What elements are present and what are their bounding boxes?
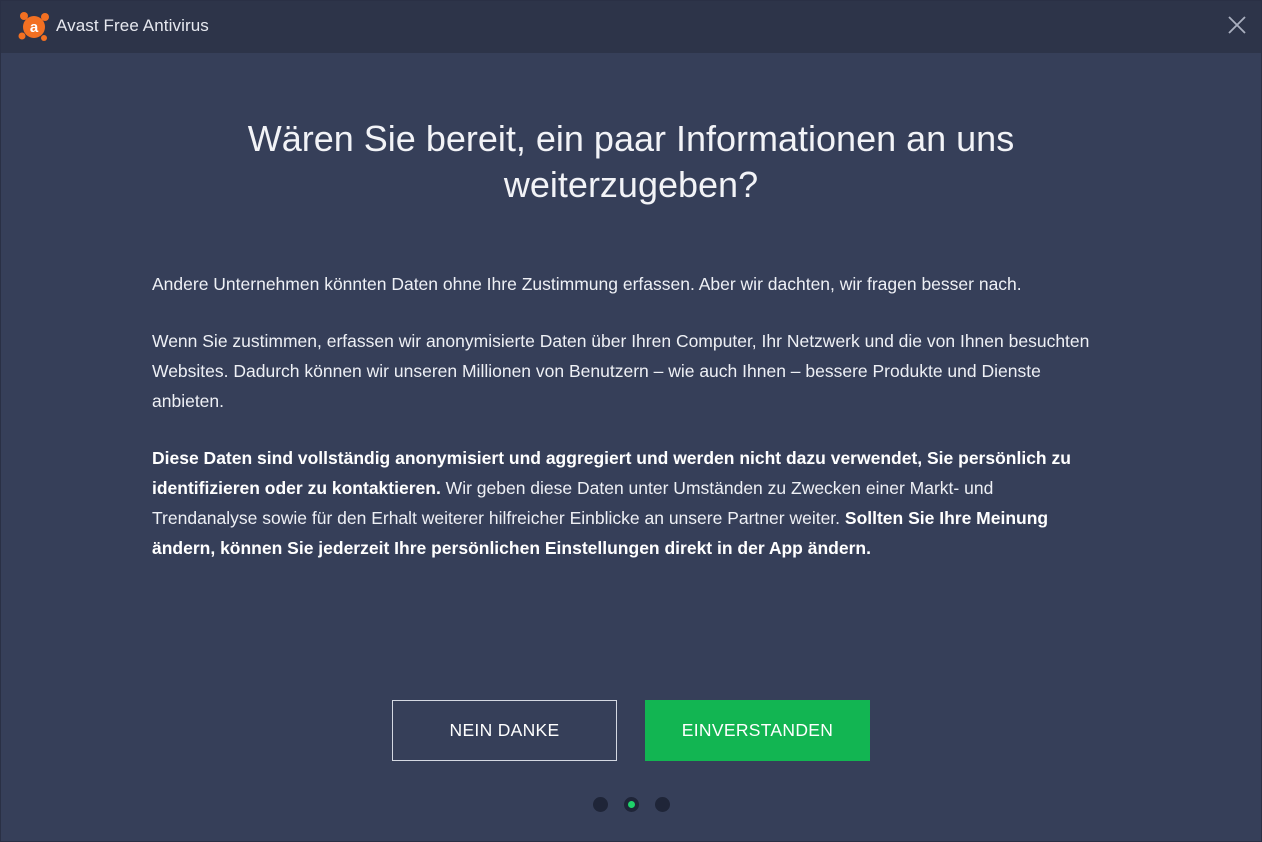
- data-collection-paragraph: Wenn Sie zustimmen, erfassen wir anonymi…: [152, 331, 1090, 411]
- consent-text: Andere Unternehmen könnten Daten ohne Ih…: [152, 269, 1097, 590]
- pagination-dot-2-active[interactable]: [624, 797, 639, 812]
- page-title: Wären Sie bereit, ein paar Informationen…: [247, 118, 1015, 205]
- installer-window: a Avast Free Antivirus Wären Sie bereit,…: [0, 0, 1262, 842]
- pagination-dots: [593, 797, 670, 812]
- window-title: Avast Free Antivirus: [56, 16, 209, 35]
- close-icon: [1227, 15, 1247, 40]
- privacy-paragraph: Diese Daten sind vollständig anonymisier…: [152, 443, 1097, 563]
- svg-text:a: a: [30, 19, 39, 36]
- title-bar: a Avast Free Antivirus: [1, 1, 1261, 53]
- pagination-dot-1[interactable]: [593, 797, 608, 812]
- close-button[interactable]: [1219, 9, 1255, 45]
- intro-paragraph: Andere Unternehmen könnten Daten ohne Ih…: [152, 274, 1022, 294]
- avast-logo-icon: a: [18, 11, 50, 43]
- decline-button[interactable]: NEIN DANKE: [392, 700, 617, 761]
- pagination-dot-3[interactable]: [655, 797, 670, 812]
- accept-button[interactable]: EINVERSTANDEN: [645, 700, 870, 761]
